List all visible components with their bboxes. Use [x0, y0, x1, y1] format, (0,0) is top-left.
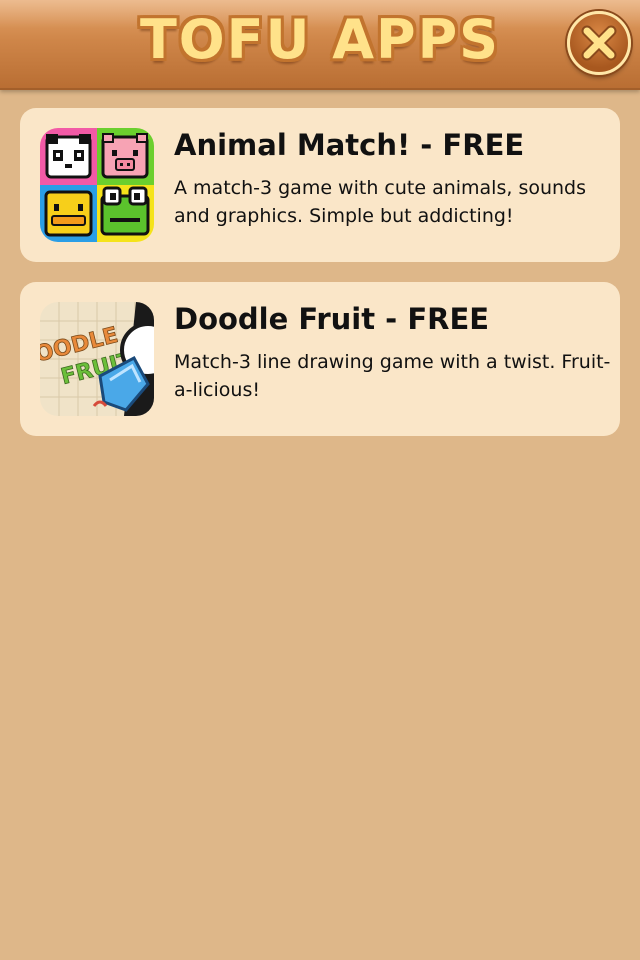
app-title: Doodle Fruit - FREE — [174, 302, 490, 336]
app-description: A match-3 game with cute animals, sounds… — [174, 177, 587, 227]
close-button[interactable] — [567, 11, 631, 75]
close-x-icon — [581, 25, 617, 61]
app-title: Animal Match! - FREE — [174, 128, 525, 162]
app-card-doodle-fruit[interactable]: OODLE FRUIT Doodle Fruit - FREE Match-3 … — [20, 282, 620, 436]
app-description: Match-3 line drawing game with a twist. … — [174, 351, 611, 401]
animal-match-app-icon[interactable] — [40, 128, 154, 242]
doodle-fruit-app-icon[interactable]: OODLE FRUIT — [40, 302, 154, 416]
app-card-animal-match[interactable]: Animal Match! - FREE A match-3 game with… — [20, 108, 620, 262]
page-title: TOFU APPS — [139, 8, 501, 71]
header-bar: TOFU APPS — [0, 0, 640, 88]
